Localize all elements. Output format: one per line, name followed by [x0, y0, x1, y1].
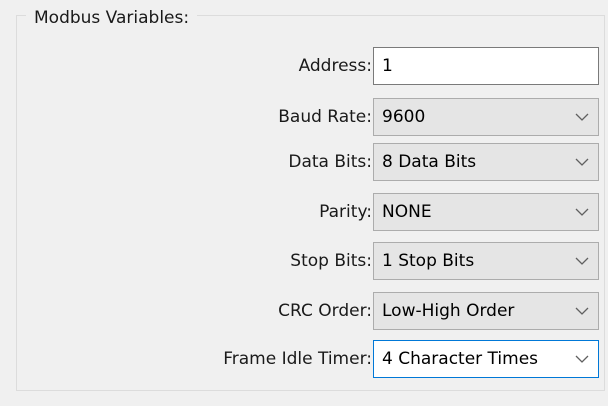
chevron-down-icon	[575, 355, 589, 363]
baud-rate-label: Baud Rate:	[278, 107, 372, 127]
data-bits-value: 8 Data Bits	[382, 152, 477, 172]
group-title: Modbus Variables:	[26, 8, 198, 28]
baud-rate-select[interactable]: 9600	[373, 98, 599, 136]
chevron-down-icon	[575, 307, 589, 315]
address-field[interactable]	[373, 47, 599, 85]
stop-bits-row: Stop Bits: 1 Stop Bits	[0, 240, 608, 282]
address-label: Address:	[298, 56, 372, 76]
frame-idle-timer-select[interactable]: 4 Character Times	[373, 340, 599, 378]
stop-bits-label: Stop Bits:	[290, 251, 372, 271]
frame-idle-timer-row: Frame Idle Timer: 4 Character Times	[0, 338, 608, 380]
address-row: Address:	[0, 45, 608, 87]
data-bits-select[interactable]: 8 Data Bits	[373, 143, 599, 181]
crc-order-label: CRC Order:	[278, 301, 372, 321]
chevron-down-icon	[575, 208, 589, 216]
chevron-down-icon	[575, 113, 589, 121]
crc-order-select[interactable]: Low-High Order	[373, 292, 599, 330]
parity-value: NONE	[382, 202, 432, 222]
crc-order-row: CRC Order: Low-High Order	[0, 290, 608, 332]
baud-rate-value: 9600	[382, 107, 426, 127]
frame-idle-timer-label: Frame Idle Timer:	[223, 349, 372, 369]
parity-label: Parity:	[319, 202, 372, 222]
stop-bits-value: 1 Stop Bits	[382, 251, 475, 271]
crc-order-value: Low-High Order	[382, 301, 515, 321]
parity-row: Parity: NONE	[0, 191, 608, 233]
baud-rate-row: Baud Rate: 9600	[0, 96, 608, 138]
chevron-down-icon	[575, 158, 589, 166]
data-bits-row: Data Bits: 8 Data Bits	[0, 141, 608, 183]
stop-bits-select[interactable]: 1 Stop Bits	[373, 242, 599, 280]
chevron-down-icon	[575, 257, 589, 265]
frame-idle-timer-value: 4 Character Times	[382, 349, 539, 369]
parity-select[interactable]: NONE	[373, 193, 599, 231]
address-input[interactable]	[374, 48, 598, 84]
data-bits-label: Data Bits:	[288, 152, 372, 172]
